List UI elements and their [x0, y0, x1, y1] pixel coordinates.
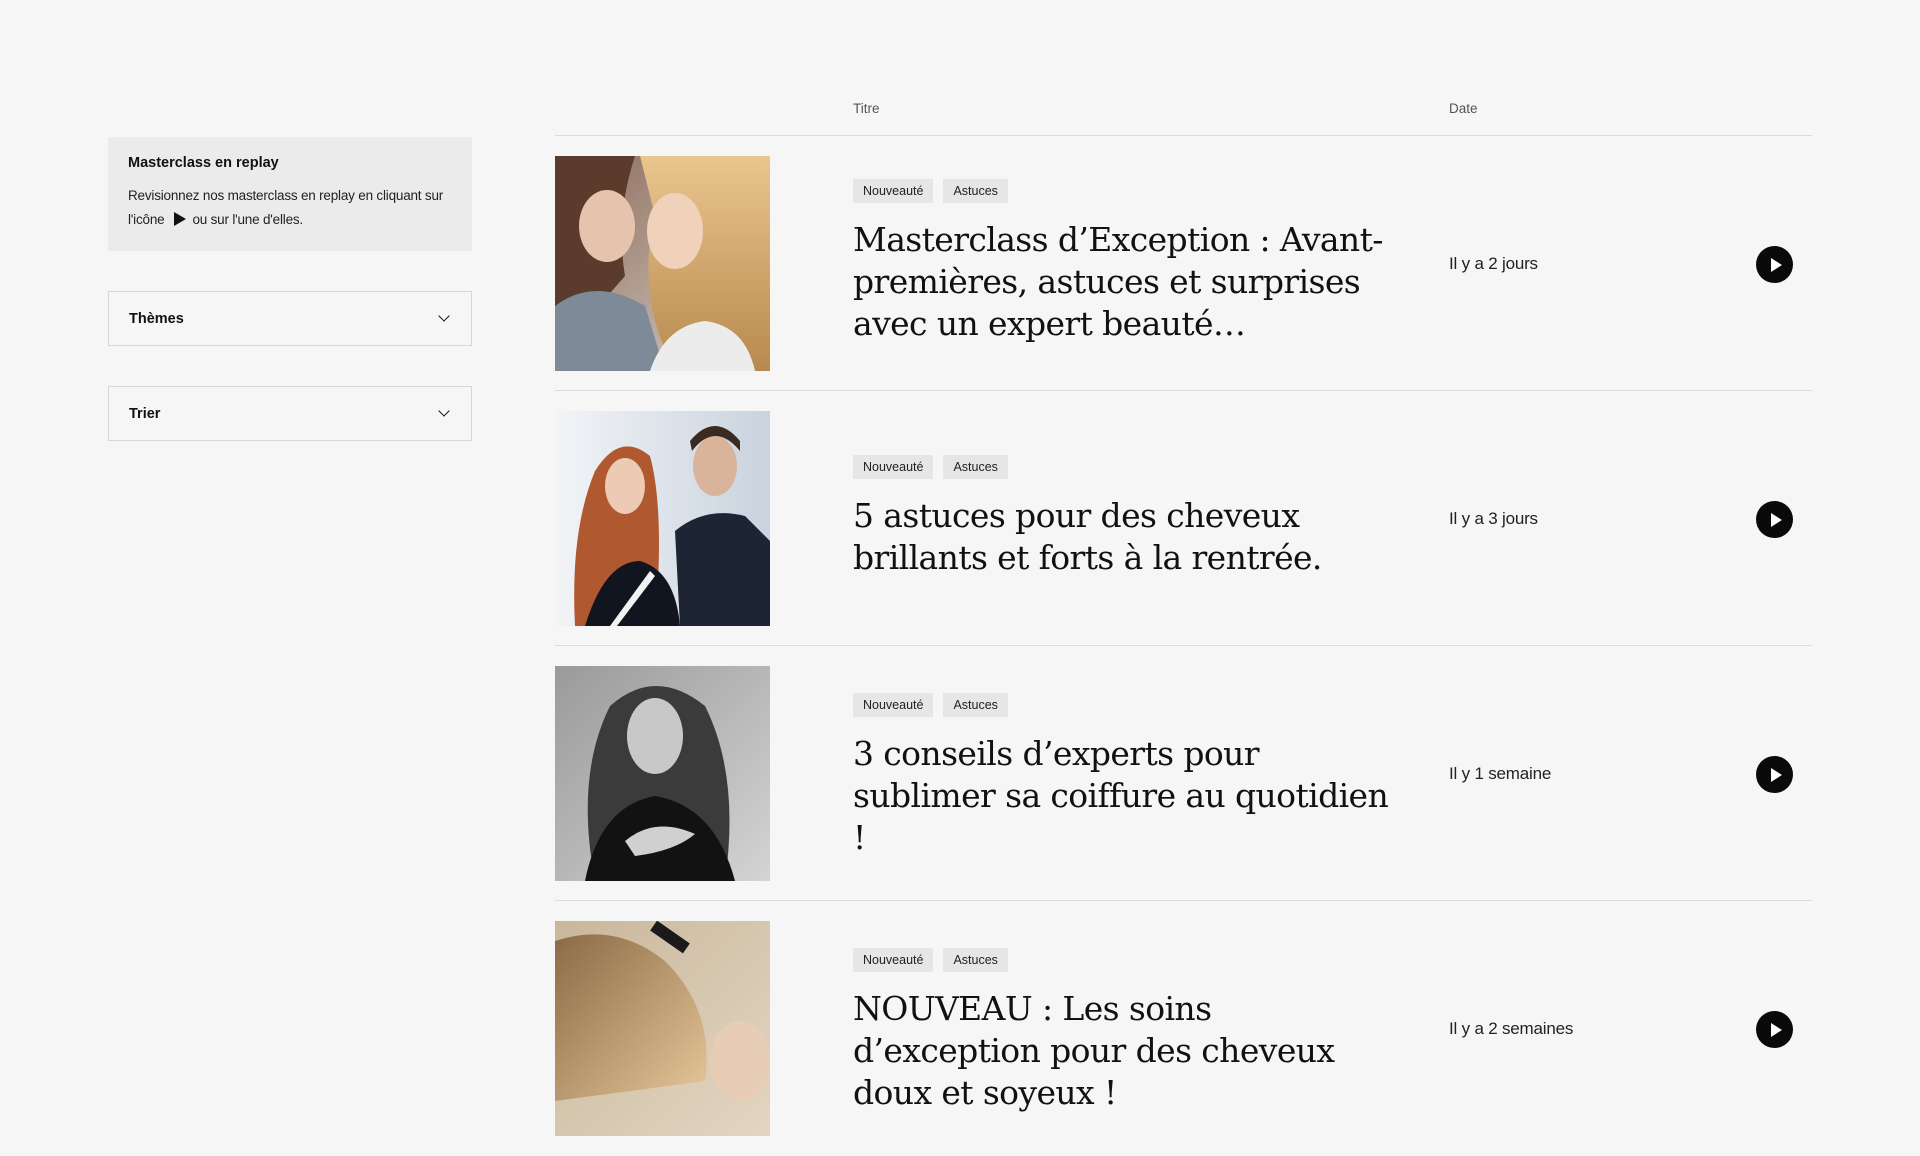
- play-icon: [1771, 512, 1782, 527]
- tag-new[interactable]: Nouveauté: [853, 455, 934, 479]
- row-date: Il y 1 semaine: [1449, 764, 1552, 783]
- replay-info-text: Revisionnez nos masterclass en replay en…: [128, 184, 452, 232]
- themes-dropdown[interactable]: Thèmes: [108, 291, 472, 346]
- table-row[interactable]: Nouveauté Astuces 3 conseils d’experts p…: [555, 646, 1812, 901]
- woman-bw-photo: [555, 666, 770, 881]
- tag-list: Nouveauté Astuces: [853, 179, 1393, 203]
- row-thumbnail[interactable]: [555, 156, 770, 371]
- row-date: Il y a 2 jours: [1449, 254, 1538, 273]
- chevron-down-icon: [438, 405, 450, 417]
- tag-tips[interactable]: Astuces: [943, 948, 1008, 972]
- play-button[interactable]: [1756, 501, 1793, 538]
- row-content: Nouveauté Astuces 3 conseils d’experts p…: [853, 693, 1393, 859]
- play-button[interactable]: [1756, 756, 1793, 793]
- row-thumbnail[interactable]: [555, 411, 770, 626]
- row-title[interactable]: Masterclass d’Exception : Avant-première…: [853, 219, 1393, 345]
- tag-new[interactable]: Nouveauté: [853, 693, 934, 717]
- tag-list: Nouveauté Astuces: [853, 455, 1393, 479]
- play-icon: [1771, 767, 1782, 782]
- column-header-title: Titre: [853, 101, 880, 116]
- tag-list: Nouveauté Astuces: [853, 948, 1393, 972]
- tag-list: Nouveauté Astuces: [853, 693, 1393, 717]
- tag-tips[interactable]: Astuces: [943, 693, 1008, 717]
- play-button[interactable]: [1756, 246, 1793, 283]
- two-women-photo: [555, 156, 770, 371]
- masterclass-table: Titre Date Nouveauté Astuces Masterclass…: [555, 0, 1812, 1156]
- play-icon: [1771, 1022, 1782, 1037]
- replay-info-box: Masterclass en replay Revisionnez nos ma…: [108, 137, 472, 251]
- row-title[interactable]: NOUVEAU : Les soins d’exception pour des…: [853, 988, 1393, 1114]
- row-title[interactable]: 5 astuces pour des cheveux brillants et …: [853, 495, 1393, 579]
- row-content: Nouveauté Astuces Masterclass d’Exceptio…: [853, 179, 1393, 345]
- couple-photo: [555, 411, 770, 626]
- row-thumbnail[interactable]: [555, 921, 770, 1136]
- play-icon: [1771, 257, 1782, 272]
- hair-brush-photo: [555, 921, 770, 1136]
- table-row[interactable]: Nouveauté Astuces NOUVEAU : Les soins d’…: [555, 901, 1812, 1156]
- table-row[interactable]: Nouveauté Astuces 5 astuces pour des che…: [555, 391, 1812, 646]
- tag-new[interactable]: Nouveauté: [853, 179, 934, 203]
- sort-dropdown-label: Trier: [129, 405, 161, 422]
- table-header: Titre Date: [555, 0, 1812, 136]
- replay-info-title: Masterclass en replay: [128, 155, 279, 171]
- replay-info-text-end: ou sur l'une d'elles.: [192, 212, 303, 227]
- row-thumbnail[interactable]: [555, 666, 770, 881]
- sidebar: Masterclass en replay Revisionnez nos ma…: [108, 137, 472, 441]
- chevron-down-icon: [438, 310, 450, 322]
- table-row[interactable]: Nouveauté Astuces Masterclass d’Exceptio…: [555, 136, 1812, 391]
- column-header-date: Date: [1449, 101, 1478, 116]
- row-title[interactable]: 3 conseils d’experts pour sublimer sa co…: [853, 733, 1393, 859]
- tag-new[interactable]: Nouveauté: [853, 948, 934, 972]
- play-button[interactable]: [1756, 1011, 1793, 1048]
- themes-dropdown-label: Thèmes: [129, 310, 184, 327]
- row-content: Nouveauté Astuces 5 astuces pour des che…: [853, 455, 1393, 579]
- sort-dropdown[interactable]: Trier: [108, 386, 472, 441]
- tag-tips[interactable]: Astuces: [943, 455, 1008, 479]
- play-icon: [174, 212, 187, 227]
- row-content: Nouveauté Astuces NOUVEAU : Les soins d’…: [853, 948, 1393, 1114]
- row-date: Il y a 2 semaines: [1449, 1019, 1574, 1038]
- tag-tips[interactable]: Astuces: [943, 179, 1008, 203]
- row-date: Il y a 3 jours: [1449, 509, 1538, 528]
